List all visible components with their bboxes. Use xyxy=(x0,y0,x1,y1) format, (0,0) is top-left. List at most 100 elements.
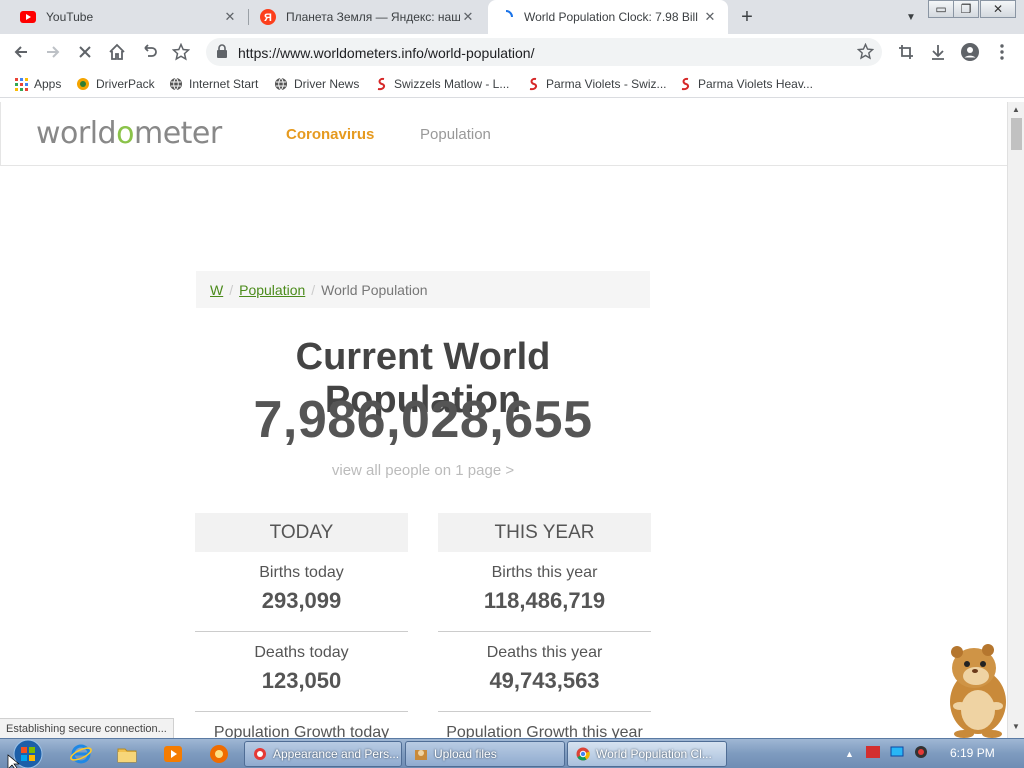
swizzels-icon xyxy=(526,77,540,91)
back-icon[interactable] xyxy=(9,40,33,64)
bookmark-label: Apps xyxy=(34,77,62,91)
breadcrumb-home-link[interactable]: W xyxy=(210,282,223,298)
bookmark-swizzels-matlow[interactable]: Swizzels Matlow - L... xyxy=(374,76,509,92)
lock-icon[interactable] xyxy=(216,44,228,63)
youtube-icon xyxy=(20,9,36,25)
swizzels-icon xyxy=(374,77,388,91)
bookmark-parma-violets-heav[interactable]: Parma Violets Heav... xyxy=(678,76,813,92)
task-label: Appearance and Pers... xyxy=(273,747,400,761)
growth-year-stat: Population Growth this year xyxy=(438,712,651,738)
tab-strip: YouTube ✕ Я Планета Земля — Яндекс: нашл… xyxy=(0,0,1024,34)
loading-icon xyxy=(498,9,514,25)
nav-population-link[interactable]: Population xyxy=(420,126,491,143)
internet-explorer-icon[interactable] xyxy=(70,743,92,765)
driverpack-icon xyxy=(76,77,90,91)
deaths-year-stat: Deaths this year 49,743,563 xyxy=(438,632,651,712)
today-panel: TODAY Births today 293,099 Deaths today … xyxy=(195,513,408,738)
address-bar[interactable]: https://www.worldometers.info/world-popu… xyxy=(206,38,882,66)
scroll-up-arrow-icon[interactable]: ▲ xyxy=(1012,105,1020,114)
network-icon[interactable] xyxy=(890,745,904,763)
bookmark-apps[interactable]: Apps xyxy=(14,76,61,92)
bookmark-parma-violets[interactable]: Parma Violets - Swiz... xyxy=(526,76,666,92)
bookmark-star-icon[interactable] xyxy=(169,40,193,64)
stat-value: 293,099 xyxy=(261,588,342,613)
this-year-panel: THIS YEAR Births this year 118,486,719 D… xyxy=(438,513,651,738)
tab-world-population[interactable]: World Population Clock: 7.98 Bill ✕ xyxy=(488,0,728,34)
births-year-stat: Births this year 118,486,719 xyxy=(438,552,651,632)
menu-kebab-icon[interactable] xyxy=(990,40,1014,64)
breadcrumb-population-link[interactable]: Population xyxy=(239,282,305,298)
globe-icon xyxy=(169,77,183,91)
stat-label: Deaths today xyxy=(254,644,349,661)
bookmark-label: Driver News xyxy=(294,77,360,91)
start-button-icon[interactable] xyxy=(6,739,46,768)
tab-title: World Population Clock: 7.98 Bill xyxy=(524,10,698,24)
today-heading: TODAY xyxy=(195,513,408,552)
file-explorer-icon[interactable] xyxy=(116,743,138,765)
tab-youtube[interactable]: YouTube ✕ xyxy=(10,0,248,34)
bookmark-label: DriverPack xyxy=(96,77,155,91)
task-chrome-world-population[interactable]: World Population Cl... xyxy=(567,741,727,767)
task-appearance-personalization[interactable]: Appearance and Pers... xyxy=(244,741,402,767)
crop-icon[interactable] xyxy=(894,40,918,64)
close-tab-icon[interactable]: ✕ xyxy=(460,9,476,25)
deaths-today-stat: Deaths today 123,050 xyxy=(195,632,408,712)
stat-label: Population Growth today xyxy=(213,724,390,738)
task-label: World Population Cl... xyxy=(596,747,712,761)
close-tab-icon[interactable]: ✕ xyxy=(222,9,238,25)
bookmarks-bar: Apps DriverPack Internet Start Driver Ne… xyxy=(0,70,1024,98)
media-player-icon[interactable] xyxy=(162,743,184,765)
new-tab-icon[interactable]: + xyxy=(736,6,758,28)
chrome-icon xyxy=(576,747,590,761)
swizzels-icon xyxy=(678,77,692,91)
forward-icon[interactable] xyxy=(41,40,65,64)
bookmark-label: Parma Violets Heav... xyxy=(698,77,813,91)
logo-text-meter: meter xyxy=(133,116,222,151)
control-panel-icon xyxy=(253,747,267,761)
tab-title: Планета Земля — Яндекс: нашл xyxy=(286,10,460,24)
app-icon[interactable] xyxy=(208,743,230,765)
svg-text:Я: Я xyxy=(264,12,272,24)
stat-label: Deaths this year xyxy=(486,644,603,661)
star-icon[interactable] xyxy=(856,42,875,65)
bookmark-driverpack[interactable]: DriverPack xyxy=(76,76,155,92)
url-text[interactable]: https://www.worldometers.info/world-popu… xyxy=(238,45,534,61)
breadcrumb-separator: / xyxy=(311,281,316,298)
page-viewport: worldometer Coronavirus Population W / P… xyxy=(0,102,1007,738)
tab-yandex[interactable]: Я Планета Земля — Яндекс: нашл ✕ xyxy=(250,0,486,34)
undo-icon[interactable] xyxy=(137,40,161,64)
tab-search-dropdown-icon[interactable]: ▼ xyxy=(906,12,916,23)
hamster-mascot-icon[interactable] xyxy=(930,640,1022,738)
stat-label: Births this year xyxy=(491,564,598,581)
view-all-people-link[interactable]: view all people on 1 page > xyxy=(196,462,650,479)
download-icon[interactable] xyxy=(926,40,950,64)
stop-loading-icon[interactable] xyxy=(73,40,97,64)
task-upload-files[interactable]: Upload files xyxy=(405,741,565,767)
profile-avatar-icon[interactable] xyxy=(958,40,982,64)
bookmark-driver-news[interactable]: Driver News xyxy=(274,76,359,92)
restore-icon[interactable]: ❐ xyxy=(953,0,979,18)
home-icon[interactable] xyxy=(105,40,129,64)
breadcrumb: W / Population / World Population xyxy=(196,271,650,308)
recording-icon[interactable] xyxy=(914,745,928,764)
system-tray: ▲ xyxy=(845,745,928,763)
close-window-icon[interactable]: ✕ xyxy=(980,0,1016,18)
bookmark-internet-start[interactable]: Internet Start xyxy=(169,76,258,92)
system-clock[interactable]: 6:19 PM xyxy=(950,746,995,760)
site-header: worldometer Coronavirus Population xyxy=(0,102,1007,166)
nav-coronavirus-link[interactable]: Coronavirus xyxy=(286,126,374,143)
minimize-icon[interactable]: ▭ xyxy=(928,0,954,18)
stat-label: Births today xyxy=(259,564,344,581)
flag-icon[interactable] xyxy=(865,745,880,763)
logo-text-world: world xyxy=(36,116,117,151)
bookmark-label: Parma Violets - Swiz... xyxy=(546,77,667,91)
loading-status-text: Establishing secure connection... xyxy=(0,718,174,738)
close-tab-icon[interactable]: ✕ xyxy=(702,9,718,25)
population-counter: 7,986,028,655 xyxy=(253,391,593,449)
scrollbar-thumb[interactable] xyxy=(1011,118,1022,150)
stat-value: 49,743,563 xyxy=(489,668,600,693)
browser-toolbar: https://www.worldometers.info/world-popu… xyxy=(0,34,1024,70)
yandex-icon: Я xyxy=(260,9,276,25)
show-hidden-icons-icon[interactable]: ▲ xyxy=(845,749,854,759)
worldometer-logo[interactable]: worldometer xyxy=(36,116,222,151)
